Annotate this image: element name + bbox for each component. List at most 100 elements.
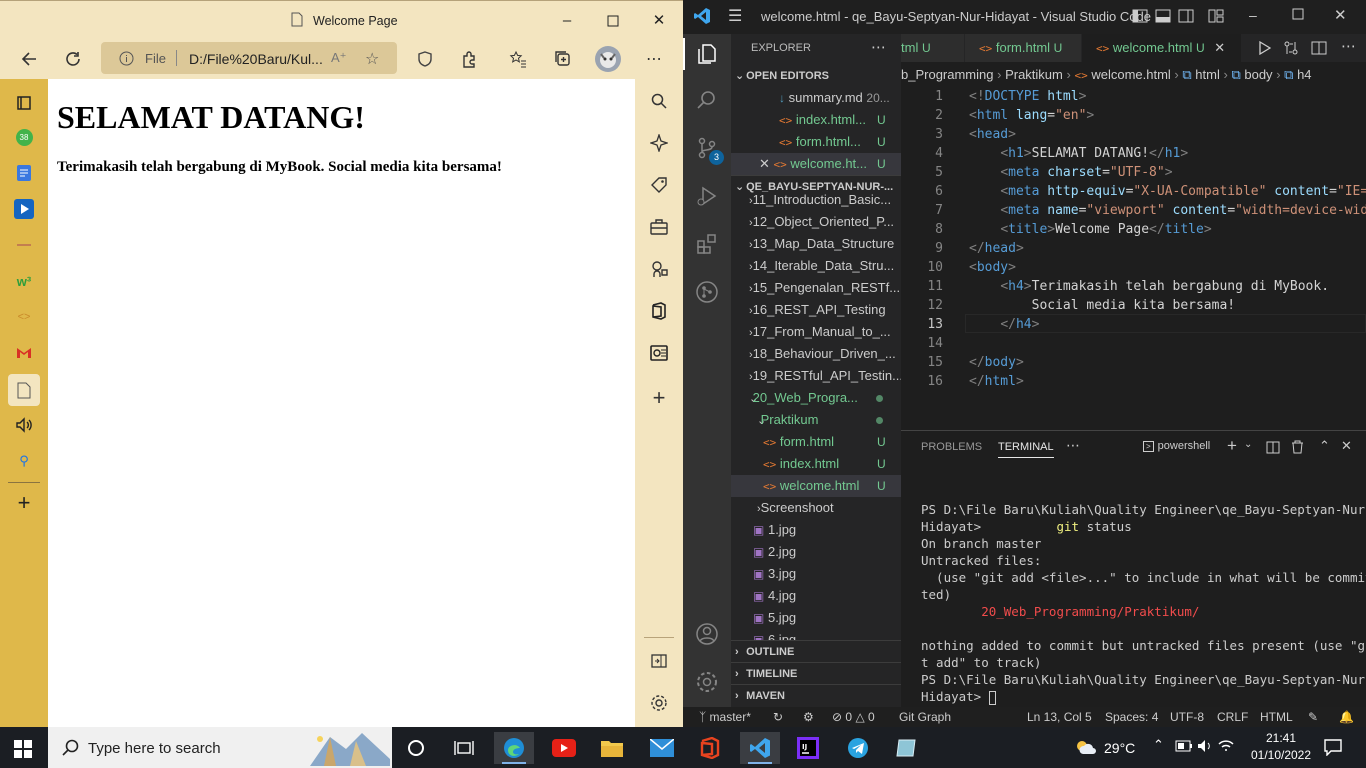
open-editor-item[interactable]: <> form.html... U — [731, 131, 901, 153]
dash-icon[interactable] — [10, 231, 38, 259]
breadcrumb-item[interactable]: welcome.html — [1091, 67, 1170, 82]
collections-icon[interactable] — [548, 44, 578, 74]
folder-item[interactable]: › 11_Introduction_Basic... — [731, 189, 901, 211]
image-file-item[interactable]: ▣ 2.jpg — [731, 541, 901, 563]
refresh-button[interactable] — [58, 44, 88, 74]
toggle-secondary-sidebar-icon[interactable] — [1178, 9, 1194, 23]
terminal-output[interactable]: PS D:\File Baru\Kuliah\Quality Engineer\… — [921, 501, 1366, 705]
notification-center-icon[interactable] — [1324, 738, 1342, 756]
close-button[interactable]: ✕ — [649, 11, 669, 31]
network-icon[interactable] — [1218, 739, 1234, 753]
taskbar-search[interactable]: Type here to search — [48, 727, 392, 768]
manage-gear-icon[interactable] — [693, 668, 721, 696]
breadcrumb-item[interactable]: b_Programming — [901, 67, 994, 82]
url-text[interactable]: D:/File%20Baru/Kul... — [189, 51, 323, 67]
address-bar[interactable]: File D:/File%20Baru/Kul... A⁺ ☆ — [101, 42, 397, 74]
explorer-icon[interactable] — [693, 40, 721, 68]
encoding[interactable]: UTF-8 — [1170, 707, 1204, 727]
remote-icon[interactable]: ⚙ — [803, 707, 814, 727]
vscode-taskbar-icon[interactable] — [740, 732, 780, 764]
breadcrumb-item[interactable]: Praktikum — [1005, 67, 1063, 82]
tab-welcome-html[interactable]: <> welcome.html U ✕ — [1082, 34, 1241, 62]
folder-item[interactable]: › 18_Behaviour_Driven_... — [731, 343, 901, 365]
indentation[interactable]: Spaces: 4 — [1105, 707, 1158, 727]
file-icon[interactable] — [8, 374, 40, 406]
folder-item[interactable]: › 15_Pengenalan_RESTf... — [731, 277, 901, 299]
maven-section[interactable]: › MAVEN — [731, 684, 901, 706]
info-icon[interactable] — [119, 51, 134, 66]
line-ending[interactable]: CRLF — [1217, 707, 1248, 727]
clock-time[interactable]: 21:41 — [1251, 731, 1311, 745]
run-debug-icon[interactable] — [693, 182, 721, 210]
copilot-icon[interactable] — [644, 128, 674, 158]
split-editor-icon[interactable] — [1311, 41, 1327, 55]
image-file-item[interactable]: ▣ 5.jpg — [731, 607, 901, 629]
folder-item[interactable]: › 16_REST_API_Testing — [731, 299, 901, 321]
edge-taskbar-icon[interactable] — [494, 732, 534, 764]
chevron-down-icon[interactable]: ⌄ — [1244, 439, 1252, 450]
file-item-selected[interactable]: <> welcome.html U — [731, 475, 901, 497]
sidebar-toggle-icon[interactable] — [644, 646, 674, 676]
toggle-sidebar-icon[interactable] — [1132, 9, 1148, 23]
source-control-icon[interactable]: 3 — [693, 134, 724, 165]
outlook-icon[interactable] — [644, 338, 674, 368]
problems-indicator[interactable]: ⊘ 0 △ 0 — [832, 707, 875, 727]
folder-item[interactable]: › 17_From_Manual_to_... — [731, 321, 901, 343]
explorer-more-icon[interactable]: ⋯ — [871, 38, 886, 56]
tab-terminal[interactable]: TERMINAL — [998, 441, 1054, 458]
back-button[interactable] — [14, 44, 44, 74]
trash-icon[interactable] — [1291, 440, 1304, 454]
chevron-up-icon[interactable]: ⌃ — [1153, 737, 1164, 753]
account-icon[interactable] — [693, 620, 721, 648]
toggle-panel-icon[interactable] — [1155, 9, 1171, 23]
close-icon[interactable]: ✕ — [731, 156, 770, 171]
language-mode[interactable]: HTML — [1260, 707, 1293, 727]
docs-icon[interactable] — [10, 159, 38, 187]
outline-section[interactable]: › OUTLINE — [731, 640, 901, 662]
git-graph-icon[interactable] — [693, 278, 721, 306]
add-icon[interactable]: + — [10, 489, 38, 517]
image-file-item[interactable]: ▣ 6.jpg — [731, 629, 901, 640]
w3schools-icon[interactable]: w³ — [10, 267, 38, 295]
cortana-icon[interactable] — [396, 732, 436, 764]
office-taskbar-icon[interactable] — [690, 732, 730, 764]
run-icon[interactable] — [1259, 41, 1271, 55]
tab-form-html[interactable]: <> form.html U — [965, 34, 1081, 62]
cursor-position[interactable]: Ln 13, Col 5 — [1027, 707, 1092, 727]
shopping-tag-icon[interactable] — [644, 170, 674, 200]
weather-icon[interactable] — [1074, 738, 1098, 756]
breadcrumb-item[interactable]: html — [1195, 67, 1220, 82]
task-view-icon[interactable] — [444, 732, 484, 764]
branch-indicator[interactable]: ᛉ master* — [699, 707, 751, 727]
open-changes-icon[interactable] — [1283, 40, 1299, 56]
code-icon[interactable]: <> — [10, 303, 38, 331]
close-icon[interactable]: ✕ — [1214, 40, 1225, 55]
notifications-icon[interactable]: 🔔 — [1339, 707, 1354, 727]
app-icon[interactable] — [886, 732, 926, 764]
new-terminal-icon[interactable]: + — [1227, 436, 1237, 456]
weather-temp[interactable]: 29°C — [1104, 740, 1135, 756]
favorite-add-icon[interactable]: ☆ — [365, 49, 379, 69]
editor-more-icon[interactable]: ⋯ — [1341, 37, 1356, 55]
close-button[interactable]: ✕ — [1334, 6, 1347, 24]
office-icon[interactable] — [644, 296, 674, 326]
code-editor[interactable]: 1 2 3 4 5 6 7 8 9 10 11 12 13 14 15 16 <… — [901, 88, 1366, 430]
tab-problems[interactable]: PROBLEMS — [921, 441, 982, 453]
clock-date[interactable]: 01/10/2022 — [1243, 748, 1319, 762]
open-editor-item[interactable]: <> index.html... U — [731, 109, 901, 131]
file-item[interactable]: <> index.html U — [731, 453, 901, 475]
panel-more-icon[interactable]: ⋯ — [1066, 437, 1080, 454]
folder-item[interactable]: › 19_RESTful_API_Testin... — [731, 365, 901, 387]
subfolder-item[interactable]: ⌄ Praktikum — [731, 409, 901, 431]
search-app-icon[interactable]: ⚲ — [10, 447, 38, 475]
search-icon[interactable] — [693, 86, 721, 114]
breadcrumb-item[interactable]: h4 — [1297, 67, 1311, 82]
folder-item[interactable]: › 12_Object_Oriented_P... — [731, 211, 901, 233]
maximize-button[interactable] — [603, 11, 623, 31]
windows-start-icon[interactable] — [14, 740, 32, 758]
telegram-icon[interactable] — [838, 732, 878, 764]
favorites-icon[interactable] — [503, 44, 533, 74]
terminal-shell-selector[interactable]: > powershell — [1143, 440, 1210, 452]
folder-item[interactable]: › Screenshoot — [731, 497, 901, 519]
image-file-item[interactable]: ▣ 4.jpg — [731, 585, 901, 607]
